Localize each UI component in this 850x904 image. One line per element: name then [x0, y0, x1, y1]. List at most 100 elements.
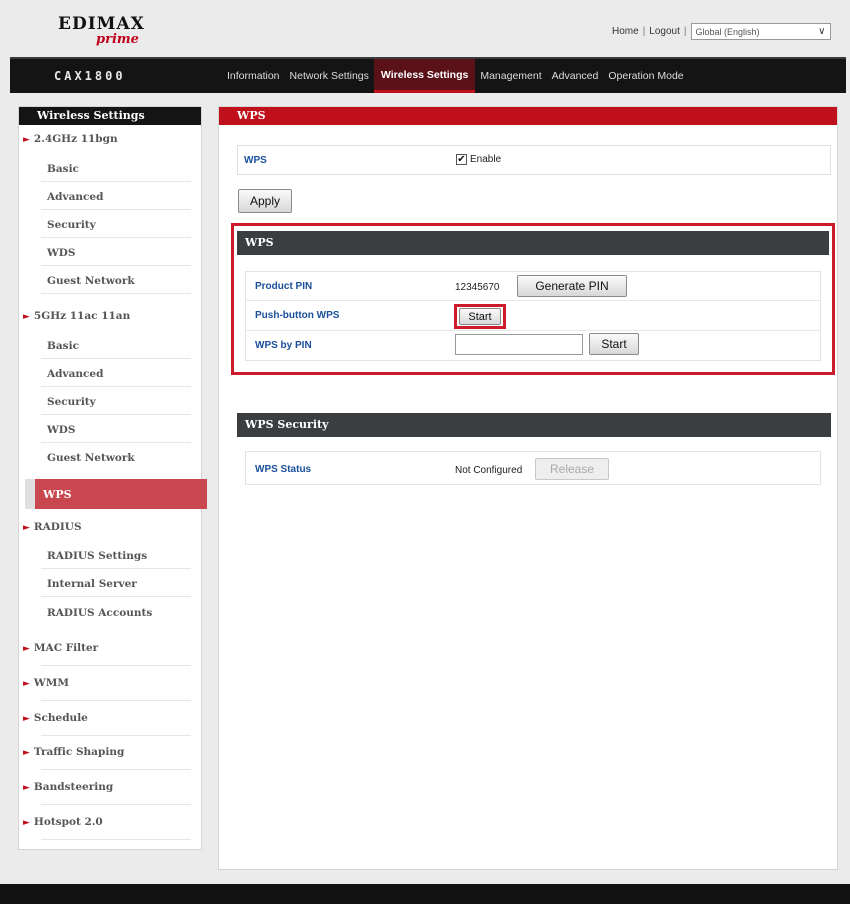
- sidebar-title: Wireless Settings: [19, 107, 201, 125]
- nav-wireless-settings[interactable]: Wireless Settings: [373, 59, 476, 93]
- sidebar-item-label: Hotspot 2.0: [33, 816, 103, 828]
- divider: [41, 769, 191, 770]
- nav-network-settings[interactable]: Network Settings: [285, 59, 374, 93]
- push-button-wps-label: Push-button WPS: [255, 310, 340, 321]
- divider: [41, 414, 191, 415]
- divider: [41, 237, 191, 238]
- chevron-right-icon: ►: [23, 783, 30, 793]
- divider: [41, 293, 191, 294]
- product-pin-value: 12345670: [455, 282, 500, 293]
- sidebar-item-radius-accounts[interactable]: RADIUS Accounts: [19, 607, 201, 619]
- release-button[interactable]: Release: [535, 458, 609, 480]
- chevron-right-icon: ►: [23, 679, 30, 689]
- sidebar-item-security[interactable]: Security: [19, 219, 201, 231]
- sidebar-item-label: RADIUS: [33, 521, 82, 533]
- chevron-right-icon: ►: [23, 523, 30, 533]
- sidebar-item-label: Traffic Shaping: [33, 746, 125, 758]
- check-icon: ✔: [457, 153, 466, 165]
- nav-management[interactable]: Management: [475, 59, 546, 93]
- sidebar: Wireless Settings ► 2.4GHz 11bgn Basic Ad…: [18, 106, 207, 850]
- wps-status-value: Not Configured: [455, 465, 523, 476]
- top-links: Home | Logout | Global (English) ∨: [612, 23, 831, 40]
- wps-pin-input[interactable]: [455, 334, 583, 355]
- logo-main-text: EDIMAX: [58, 14, 145, 34]
- divider: [41, 804, 191, 805]
- wps-enable-checkbox[interactable]: ✔: [456, 154, 467, 165]
- separator: |: [642, 26, 646, 37]
- chevron-right-icon: ►: [23, 644, 30, 654]
- divider: [41, 181, 191, 182]
- nav-information[interactable]: Information: [222, 59, 285, 93]
- sidebar-item-guest-network[interactable]: Guest Network: [19, 452, 201, 464]
- chevron-down-icon: ∨: [818, 26, 826, 37]
- product-pin-label: Product PIN: [255, 281, 313, 292]
- divider: [41, 265, 191, 266]
- sidebar-item-wmm[interactable]: ► WMM: [19, 677, 201, 689]
- chevron-right-icon: ►: [23, 135, 30, 145]
- edimax-logo: EDIMAX prime: [58, 14, 158, 50]
- sidebar-item-schedule[interactable]: ► Schedule: [19, 712, 201, 724]
- sidebar-item-internal-server[interactable]: Internal Server: [19, 578, 201, 590]
- sidebar-item-label: MAC Filter: [33, 642, 99, 654]
- chevron-right-icon: ►: [23, 714, 30, 724]
- sidebar-item-radius-settings[interactable]: RADIUS Settings: [19, 550, 201, 562]
- divider: [41, 568, 191, 569]
- language-select[interactable]: Global (English) ∨: [690, 23, 831, 40]
- divider: [41, 358, 191, 359]
- sidebar-item-radius[interactable]: ► RADIUS: [19, 521, 201, 533]
- model-name: CAX1800: [54, 69, 126, 83]
- sidebar-item-label: WMM: [33, 677, 69, 689]
- separator: |: [683, 26, 687, 37]
- nav-advanced[interactable]: Advanced: [547, 59, 604, 93]
- divider: [41, 596, 191, 597]
- sidebar-item-2-4ghz[interactable]: ► 2.4GHz 11bgn: [19, 133, 201, 145]
- chevron-right-icon: ►: [23, 818, 30, 828]
- divider: [41, 665, 191, 666]
- sidebar-item-hotspot[interactable]: ► Hotspot 2.0: [19, 816, 201, 828]
- wps-enable-control: ✔ Enable: [456, 154, 501, 165]
- main-nav-bar: CAX1800 Information Network Settings Wir…: [10, 57, 846, 93]
- sidebar-item-wds[interactable]: WDS: [19, 247, 201, 259]
- nav-operation-mode[interactable]: Operation Mode: [603, 59, 688, 93]
- language-value: Global (English): [695, 26, 760, 37]
- logout-link[interactable]: Logout: [649, 26, 680, 37]
- sidebar-item-bandsteering[interactable]: ► Bandsteering: [19, 781, 201, 793]
- sidebar-item-label: 2.4GHz 11bgn: [33, 133, 118, 145]
- divider: [41, 386, 191, 387]
- wps-enable-label: Enable: [470, 154, 502, 165]
- push-button-start-button[interactable]: Start: [459, 308, 501, 325]
- sidebar-item-label: WPS: [43, 488, 72, 501]
- chevron-right-icon: ►: [23, 748, 30, 758]
- home-link[interactable]: Home: [612, 26, 639, 37]
- divider: [41, 209, 191, 210]
- divider: [246, 330, 820, 331]
- divider: [246, 300, 820, 301]
- sidebar-item-wds[interactable]: WDS: [19, 424, 201, 436]
- apply-button[interactable]: Apply: [238, 189, 292, 213]
- wps-label: WPS: [244, 155, 267, 166]
- divider: [41, 700, 191, 701]
- sidebar-item-basic[interactable]: Basic: [19, 340, 201, 352]
- main-nav-items: Information Network Settings Wireless Se…: [222, 59, 689, 93]
- sidebar-item-advanced[interactable]: Advanced: [19, 368, 201, 380]
- pin-start-button[interactable]: Start: [589, 333, 639, 355]
- sidebar-item-traffic-shaping[interactable]: ► Traffic Shaping: [19, 746, 201, 758]
- generate-pin-button[interactable]: Generate PIN: [517, 275, 627, 297]
- sidebar-item-5ghz[interactable]: ► 5GHz 11ac 11an: [19, 310, 201, 322]
- wps-security-table: [245, 451, 821, 485]
- chevron-right-icon: ►: [23, 312, 30, 322]
- sidebar-item-guest-network[interactable]: Guest Network: [19, 275, 201, 287]
- sidebar-item-label: 5GHz 11ac 11an: [33, 310, 131, 322]
- sidebar-item-security[interactable]: Security: [19, 396, 201, 408]
- sidebar-item-basic[interactable]: Basic: [19, 163, 201, 175]
- wps-enable-row: WPS ✔ Enable: [237, 145, 831, 175]
- wps-by-pin-label: WPS by PIN: [255, 340, 312, 351]
- page-title: WPS: [219, 107, 837, 125]
- sidebar-item-wps[interactable]: WPS: [25, 479, 207, 509]
- main-content: WPS WPS ✔ Enable Apply WPS Product PIN 1…: [218, 106, 838, 870]
- sidebar-item-label: Bandsteering: [33, 781, 114, 793]
- wps-security-header: WPS Security: [237, 413, 831, 437]
- sidebar-item-advanced[interactable]: Advanced: [19, 191, 201, 203]
- sidebar-item-mac-filter[interactable]: ► MAC Filter: [19, 642, 201, 654]
- divider: [41, 735, 191, 736]
